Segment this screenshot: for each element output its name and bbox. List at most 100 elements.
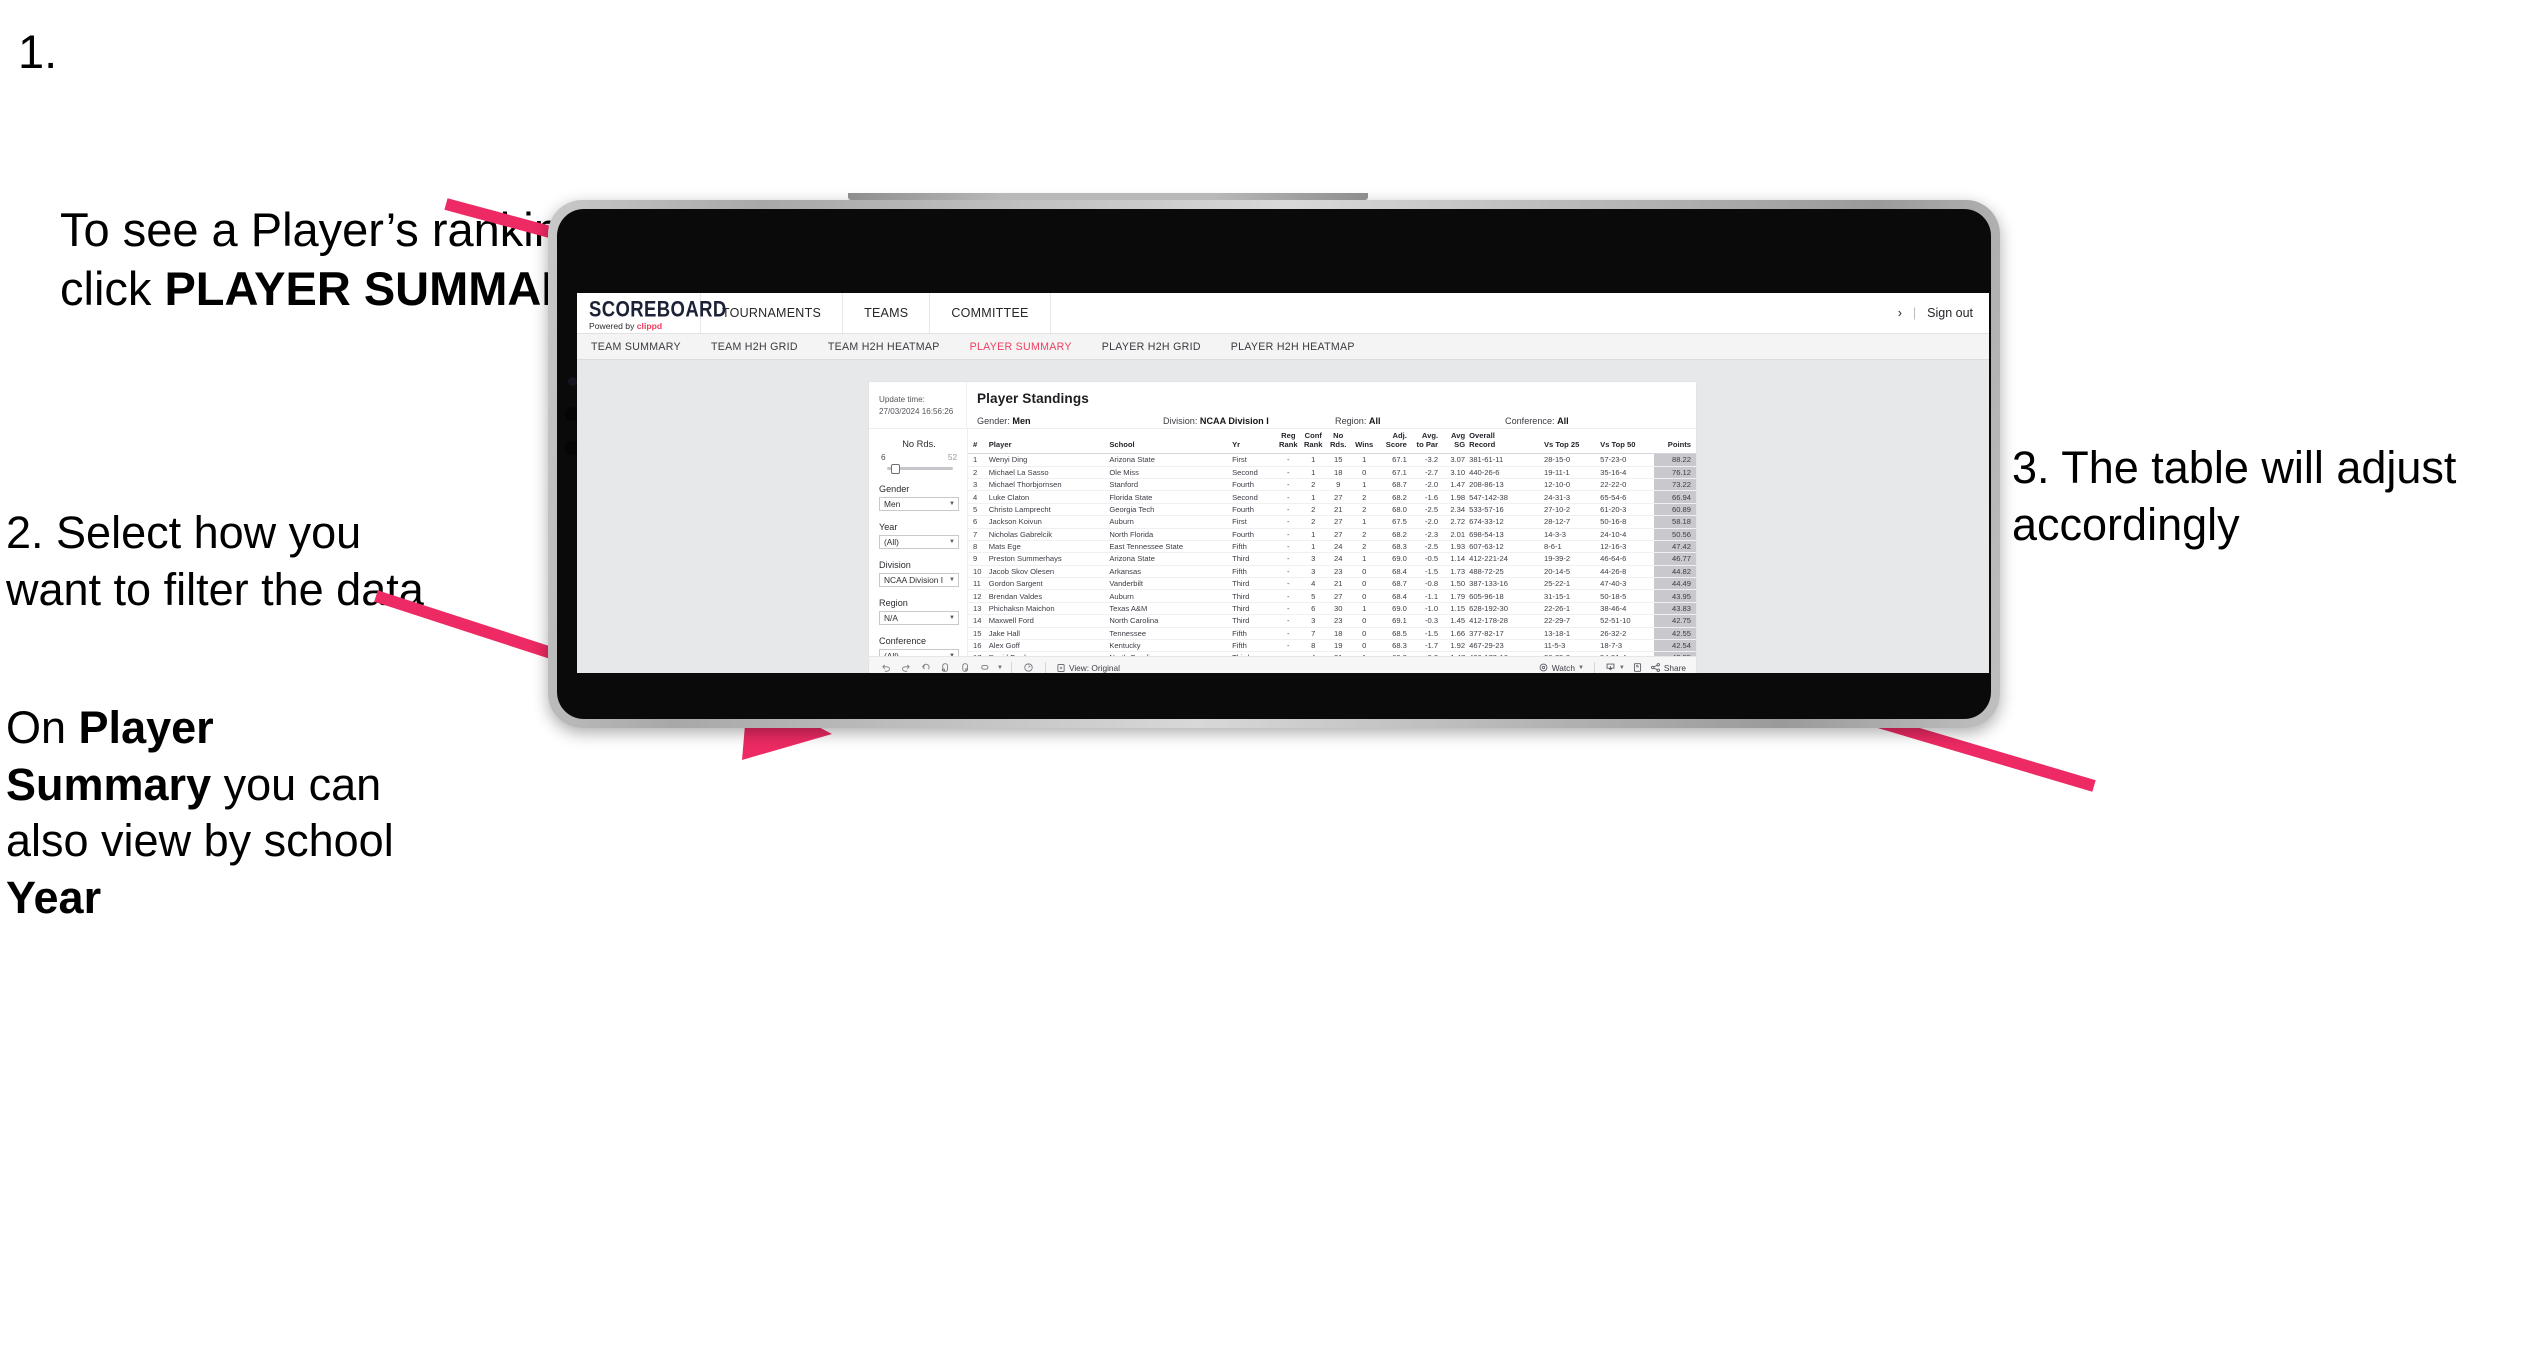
header-nav-committee[interactable]: COMMITTEE [930, 293, 1051, 333]
cell-player: Jacob Skov Olesen [986, 565, 1108, 579]
cell-yr: Second [1230, 466, 1276, 480]
col-header-t25[interactable]: Vs Top 25 [1541, 429, 1599, 455]
filter-select-year[interactable]: (All) ▼ [879, 535, 959, 550]
table-row[interactable]: 2 Michael La Sasso Ole Miss Second -1 18 0 67.1… [968, 466, 1696, 480]
col-header-rank[interactable]: # [968, 429, 987, 455]
cell-sg: 1.47 [1440, 651, 1468, 656]
toolbar-divider [1593, 662, 1595, 673]
refresh-data-icon[interactable] [937, 660, 954, 674]
cell-conf: 1 [1300, 490, 1326, 504]
cell-school: North Carolina [1107, 614, 1231, 628]
cell-player: Gordon Sargent [986, 577, 1108, 591]
slider-track[interactable] [887, 463, 953, 474]
share-button[interactable]: Share [1648, 662, 1688, 673]
table-row[interactable]: 10 Jacob Skov Olesen Arkansas Fifth -3 23 0 68.… [968, 565, 1696, 579]
cell-rds: 18 [1325, 466, 1351, 480]
table-row[interactable]: 1 Wenyi Ding Arizona State First -1 15 1 67.1 -3… [968, 453, 1696, 467]
cell-rank: 14 [968, 614, 987, 628]
col-header-sg[interactable]: Avg SG [1440, 429, 1468, 455]
table-row[interactable]: 5 Christo Lamprecht Georgia Tech Fourth -2 21… [968, 503, 1696, 517]
tab-team-h2h-heatmap[interactable]: TEAM H2H HEATMAP [828, 334, 940, 360]
performance-icon[interactable] [1020, 660, 1037, 674]
col-header-t50[interactable]: Vs Top 50 [1598, 429, 1655, 455]
cell-wins: 2 [1350, 503, 1378, 517]
col-header-adj[interactable]: Adj. Score [1377, 429, 1409, 455]
filter-no-rounds-slider[interactable]: No Rds. 6 52 [879, 439, 959, 474]
summary-division: Division: NCAA Division I [1163, 416, 1335, 426]
col-header-rec[interactable]: Overall Record [1467, 429, 1542, 455]
brand-logo[interactable]: SCOREBOARD Powered by clippd [577, 293, 726, 333]
cell-reg: - [1275, 453, 1301, 467]
filter-select-division[interactable]: NCAA Division I ▼ [879, 573, 959, 588]
col-header-school[interactable]: School [1107, 429, 1231, 455]
cell-rds: 27 [1325, 490, 1351, 504]
cell-wins: 1 [1350, 651, 1378, 656]
filter-select-gender[interactable]: Men ▼ [879, 497, 959, 512]
table-row[interactable]: 16 Alex Goff Kentucky Fifth -8 19 0 68.3 -1.7 1.9… [968, 639, 1696, 653]
table-row[interactable]: 12 Brendan Valdes Auburn Third -5 27 0 68.4 -1.1… [968, 589, 1696, 603]
cell-wins: 0 [1350, 627, 1378, 640]
table-row[interactable]: 9 Preston Summerhays Arizona State Third -3 2… [968, 552, 1696, 566]
undo-icon[interactable] [877, 660, 894, 674]
cell-school: Ole Miss [1107, 466, 1231, 480]
col-header-par[interactable]: Avg. to Par [1408, 429, 1441, 455]
col-header-yr[interactable]: Yr [1230, 429, 1276, 455]
col-header-pts[interactable]: Points [1654, 429, 1696, 455]
annotation-step-1-bold: PLAYER SUMMARY [164, 261, 605, 315]
tab-player-h2h-heatmap[interactable]: PLAYER H2H HEATMAP [1231, 334, 1355, 360]
table-row[interactable]: 8 Mats Ege East Tennessee State Fifth -1 24 2 6… [968, 540, 1696, 554]
chevron-down-icon[interactable]: ▼ [997, 665, 1003, 671]
summary-gender: Gender: Men [977, 416, 1163, 426]
cell-reg: - [1275, 627, 1301, 640]
table-row[interactable]: 4 Luke Claton Florida State Second -1 27 2 68.2… [968, 490, 1696, 504]
tab-team-h2h-grid[interactable]: TEAM H2H GRID [711, 334, 798, 360]
cell-t25: 22-26-1 [1541, 602, 1599, 616]
cell-conf: 4 [1300, 651, 1326, 656]
table-body: 1 Wenyi Ding Arizona State First -1 15 1 67.1 -3… [968, 453, 1696, 656]
watch-button[interactable]: Watch ▼ [1536, 662, 1586, 673]
cell-rds: 24 [1325, 552, 1351, 566]
cell-sg: 1.93 [1440, 540, 1468, 554]
view-original-button[interactable]: View: Original [1054, 663, 1122, 673]
cell-conf: 8 [1300, 639, 1326, 653]
table-row[interactable]: 13 Phichaksn Maichon Texas A&M Third -6 30 1 69… [968, 602, 1696, 616]
cell-sg: 1.50 [1440, 577, 1468, 591]
cell-yr: Fifth [1230, 565, 1276, 579]
table-row[interactable]: 11 Gordon Sargent Vanderbilt Third -4 21 0 68.7… [968, 577, 1696, 591]
cell-pts: 44.49 [1654, 577, 1696, 591]
cell-sg: 1.66 [1440, 627, 1468, 640]
summary-region: Region: All [1335, 416, 1505, 426]
slider-handle[interactable] [890, 463, 900, 474]
filter-select-region[interactable]: N/A ▼ [879, 611, 959, 626]
standings-table-scroll[interactable]: # Player School Yr Reg Rank Conf Rank No Rds. W… [968, 429, 1696, 656]
col-header-rds[interactable]: No Rds. [1325, 429, 1351, 455]
cell-player: Phichaksn Maichon [986, 602, 1108, 616]
table-row[interactable]: 17David FordNorth CarolinaThird-421169.0… [968, 651, 1696, 656]
cell-adj: 68.2 [1377, 490, 1409, 504]
header-nav-teams[interactable]: TEAMS [843, 293, 931, 333]
table-row[interactable]: 6 Jackson Koivun Auburn First -2 27 1 67.5 -2.0 2… [968, 515, 1696, 529]
col-header-wins[interactable]: Wins [1350, 429, 1378, 455]
cell-yr: Third [1230, 602, 1276, 616]
col-header-conf[interactable]: Conf Rank [1300, 429, 1326, 455]
tab-team-summary[interactable]: TEAM SUMMARY [591, 334, 681, 360]
user-chevron-icon[interactable]: › [1898, 306, 1902, 320]
cell-rds: 27 [1325, 515, 1351, 529]
col-header-reg[interactable]: Reg Rank [1275, 429, 1301, 455]
pause-auto-update-icon[interactable] [957, 660, 974, 674]
download-button[interactable]: ▼ [1603, 662, 1627, 673]
cell-sg: 1.79 [1440, 589, 1468, 603]
cell-player: Nicholas Gabrelcik [986, 528, 1108, 541]
table-row[interactable]: 15 Jake Hall Tennessee Fifth -7 18 0 68.5 -1.5 1.… [968, 627, 1696, 640]
tab-player-h2h-grid[interactable]: PLAYER H2H GRID [1102, 334, 1201, 360]
table-row[interactable]: 14 Maxwell Ford North Carolina Third -3 23 0 69… [968, 614, 1696, 628]
revert-icon[interactable] [917, 660, 934, 674]
table-row[interactable]: 3 Michael Thorbjornsen Stanford Fourth -2 9 1 6… [968, 478, 1696, 492]
device-preview-icon[interactable] [977, 660, 994, 674]
col-header-player[interactable]: Player [986, 429, 1108, 455]
tab-player-summary[interactable]: PLAYER SUMMARY [970, 334, 1072, 360]
sign-out-link[interactable]: Sign out [1927, 306, 1973, 320]
redo-icon[interactable] [897, 660, 914, 674]
fullscreen-button[interactable] [1630, 662, 1645, 673]
table-row[interactable]: 7 Nicholas Gabrelcik North Florida Fourth -1… [968, 528, 1696, 541]
